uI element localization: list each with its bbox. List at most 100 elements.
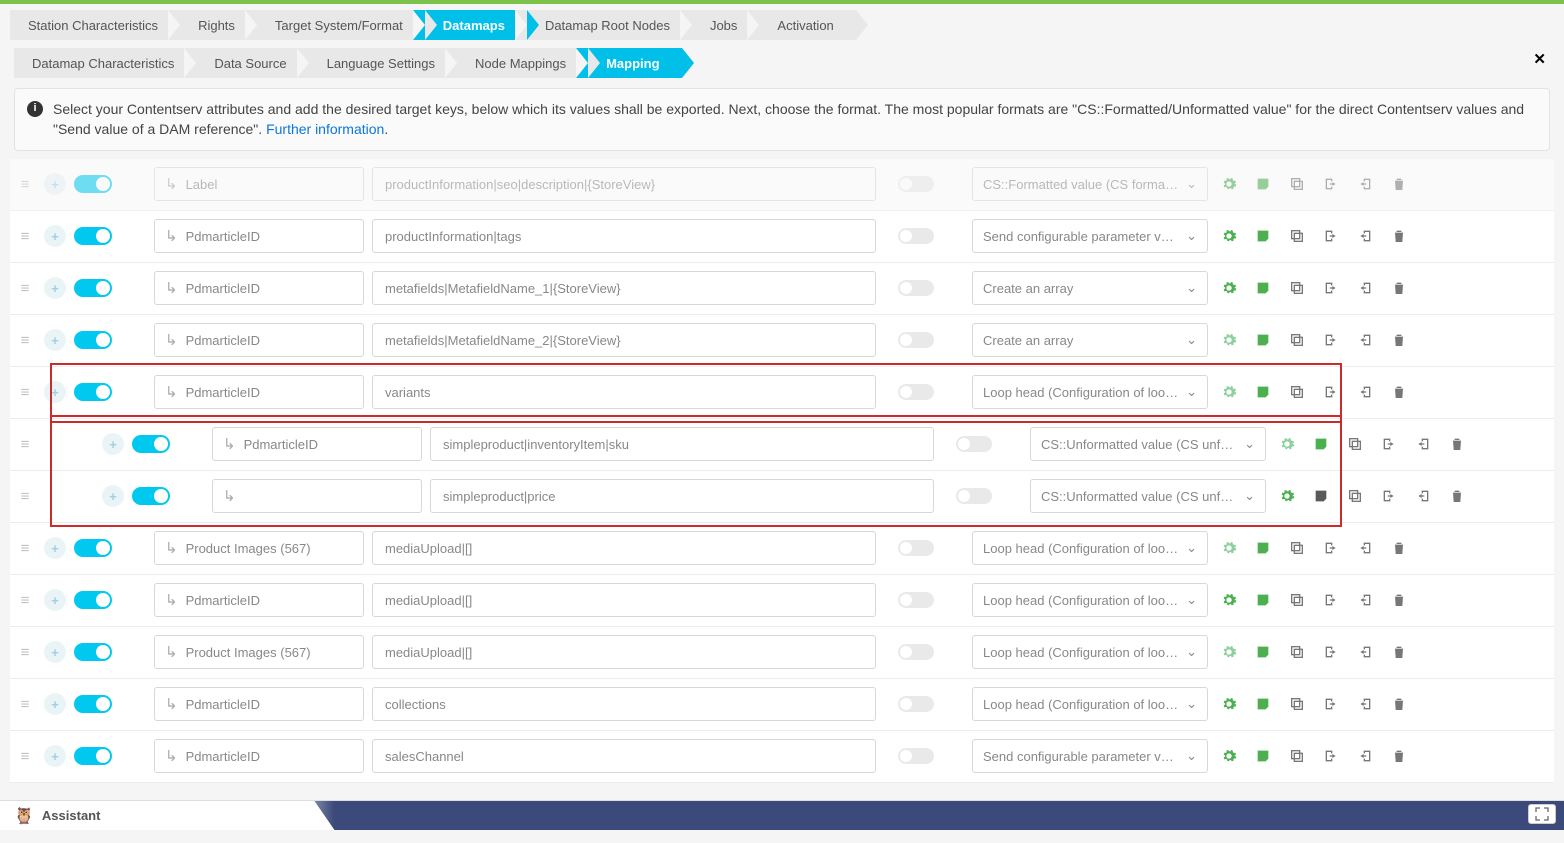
export-button[interactable] [1318,587,1344,613]
enable-toggle[interactable] [74,331,112,349]
attribute-input[interactable]: ↳ [212,479,422,513]
secondary-toggle[interactable] [898,696,934,712]
copy-button[interactable] [1284,327,1310,353]
format-select[interactable]: Loop head (Configuration of loop va ⌄ [972,531,1208,565]
delete-button[interactable] [1386,743,1412,769]
format-select[interactable]: Create an array ⌄ [972,323,1208,357]
settings-button[interactable] [1216,171,1242,197]
drag-handle-icon[interactable]: ≡ [14,176,36,193]
format-select[interactable]: Send configurable parameter value ⌄ [972,739,1208,773]
add-row-button[interactable]: + [102,433,124,455]
format-select[interactable]: Loop head (Configuration of loop va ⌄ [972,687,1208,721]
export-button[interactable] [1376,483,1402,509]
add-row-button[interactable]: + [44,589,66,611]
enable-toggle[interactable] [74,175,112,193]
copy-button[interactable] [1342,431,1368,457]
secondary-toggle[interactable] [898,280,934,296]
add-row-button[interactable]: + [44,641,66,663]
secondary-toggle[interactable] [898,644,934,660]
enable-toggle[interactable] [74,747,112,765]
main-tab-0[interactable]: Station Characteristics [10,10,180,40]
import-button[interactable] [1352,535,1378,561]
import-button[interactable] [1352,691,1378,717]
delete-button[interactable] [1386,327,1412,353]
import-button[interactable] [1352,639,1378,665]
sub-tab-0[interactable]: Datamap Characteristics [14,48,196,78]
export-button[interactable] [1376,431,1402,457]
import-button[interactable] [1352,327,1378,353]
copy-button[interactable] [1342,483,1368,509]
delete-button[interactable] [1444,483,1470,509]
note-button[interactable] [1308,483,1334,509]
note-button[interactable] [1250,691,1276,717]
note-button[interactable] [1250,171,1276,197]
copy-button[interactable] [1284,379,1310,405]
note-button[interactable] [1250,275,1276,301]
add-row-button[interactable]: + [44,537,66,559]
add-row-button[interactable]: + [44,277,66,299]
export-button[interactable] [1318,535,1344,561]
import-button[interactable] [1352,743,1378,769]
add-row-button[interactable]: + [44,225,66,247]
add-row-button[interactable]: + [44,381,66,403]
note-button[interactable] [1308,431,1334,457]
attribute-input[interactable]: ↳ PdmarticleID [154,271,364,305]
delete-button[interactable] [1386,223,1412,249]
format-select[interactable]: Loop head (Configuration of loop va ⌄ [972,583,1208,617]
drag-handle-icon[interactable]: ≡ [14,748,36,765]
add-row-button[interactable]: + [44,693,66,715]
import-button[interactable] [1352,171,1378,197]
target-key-input[interactable]: variants [372,375,876,409]
drag-handle-icon[interactable]: ≡ [14,592,36,609]
secondary-toggle[interactable] [898,176,934,192]
target-key-input[interactable]: productInformation|seo|description|{Stor… [372,167,876,201]
settings-button[interactable] [1216,743,1242,769]
settings-button[interactable] [1216,587,1242,613]
target-key-input[interactable]: metafields|MetafieldName_1|{StoreView} [372,271,876,305]
attribute-input[interactable]: ↳ PdmarticleID [154,219,364,253]
drag-handle-icon[interactable]: ≡ [14,696,36,713]
note-button[interactable] [1250,223,1276,249]
add-row-button[interactable]: + [44,329,66,351]
note-button[interactable] [1250,327,1276,353]
attribute-input[interactable]: ↳ PdmarticleID [154,739,364,773]
drag-handle-icon[interactable]: ≡ [14,280,36,297]
secondary-toggle[interactable] [898,332,934,348]
settings-button[interactable] [1216,535,1242,561]
note-button[interactable] [1250,535,1276,561]
copy-button[interactable] [1284,691,1310,717]
attribute-input[interactable]: ↳ Label [154,167,364,201]
target-key-input[interactable]: simpleproduct|price [430,479,934,513]
drag-handle-icon[interactable]: ≡ [14,384,36,401]
enable-toggle[interactable] [74,383,112,401]
import-button[interactable] [1352,379,1378,405]
add-row-button[interactable]: + [44,173,66,195]
secondary-toggle[interactable] [898,228,934,244]
target-key-input[interactable]: collections [372,687,876,721]
note-button[interactable] [1250,379,1276,405]
delete-button[interactable] [1386,171,1412,197]
settings-button[interactable] [1216,275,1242,301]
secondary-toggle[interactable] [898,592,934,608]
copy-button[interactable] [1284,535,1310,561]
target-key-input[interactable]: productInformation|tags [372,219,876,253]
further-info-link[interactable]: Further information [266,121,384,137]
export-button[interactable] [1318,639,1344,665]
delete-button[interactable] [1386,275,1412,301]
enable-toggle[interactable] [132,487,170,505]
enable-toggle[interactable] [74,591,112,609]
export-button[interactable] [1318,327,1344,353]
copy-button[interactable] [1284,223,1310,249]
enable-toggle[interactable] [74,539,112,557]
attribute-input[interactable]: ↳ PdmarticleID [154,687,364,721]
target-key-input[interactable]: mediaUpload|[] [372,583,876,617]
format-select[interactable]: CS::Formatted value (CS formatted) ⌄ [972,167,1208,201]
import-button[interactable] [1410,483,1436,509]
settings-button[interactable] [1216,327,1242,353]
attribute-input[interactable]: ↳ PdmarticleID [212,427,422,461]
attribute-input[interactable]: ↳ PdmarticleID [154,375,364,409]
copy-button[interactable] [1284,639,1310,665]
copy-button[interactable] [1284,171,1310,197]
delete-button[interactable] [1386,535,1412,561]
enable-toggle[interactable] [132,435,170,453]
